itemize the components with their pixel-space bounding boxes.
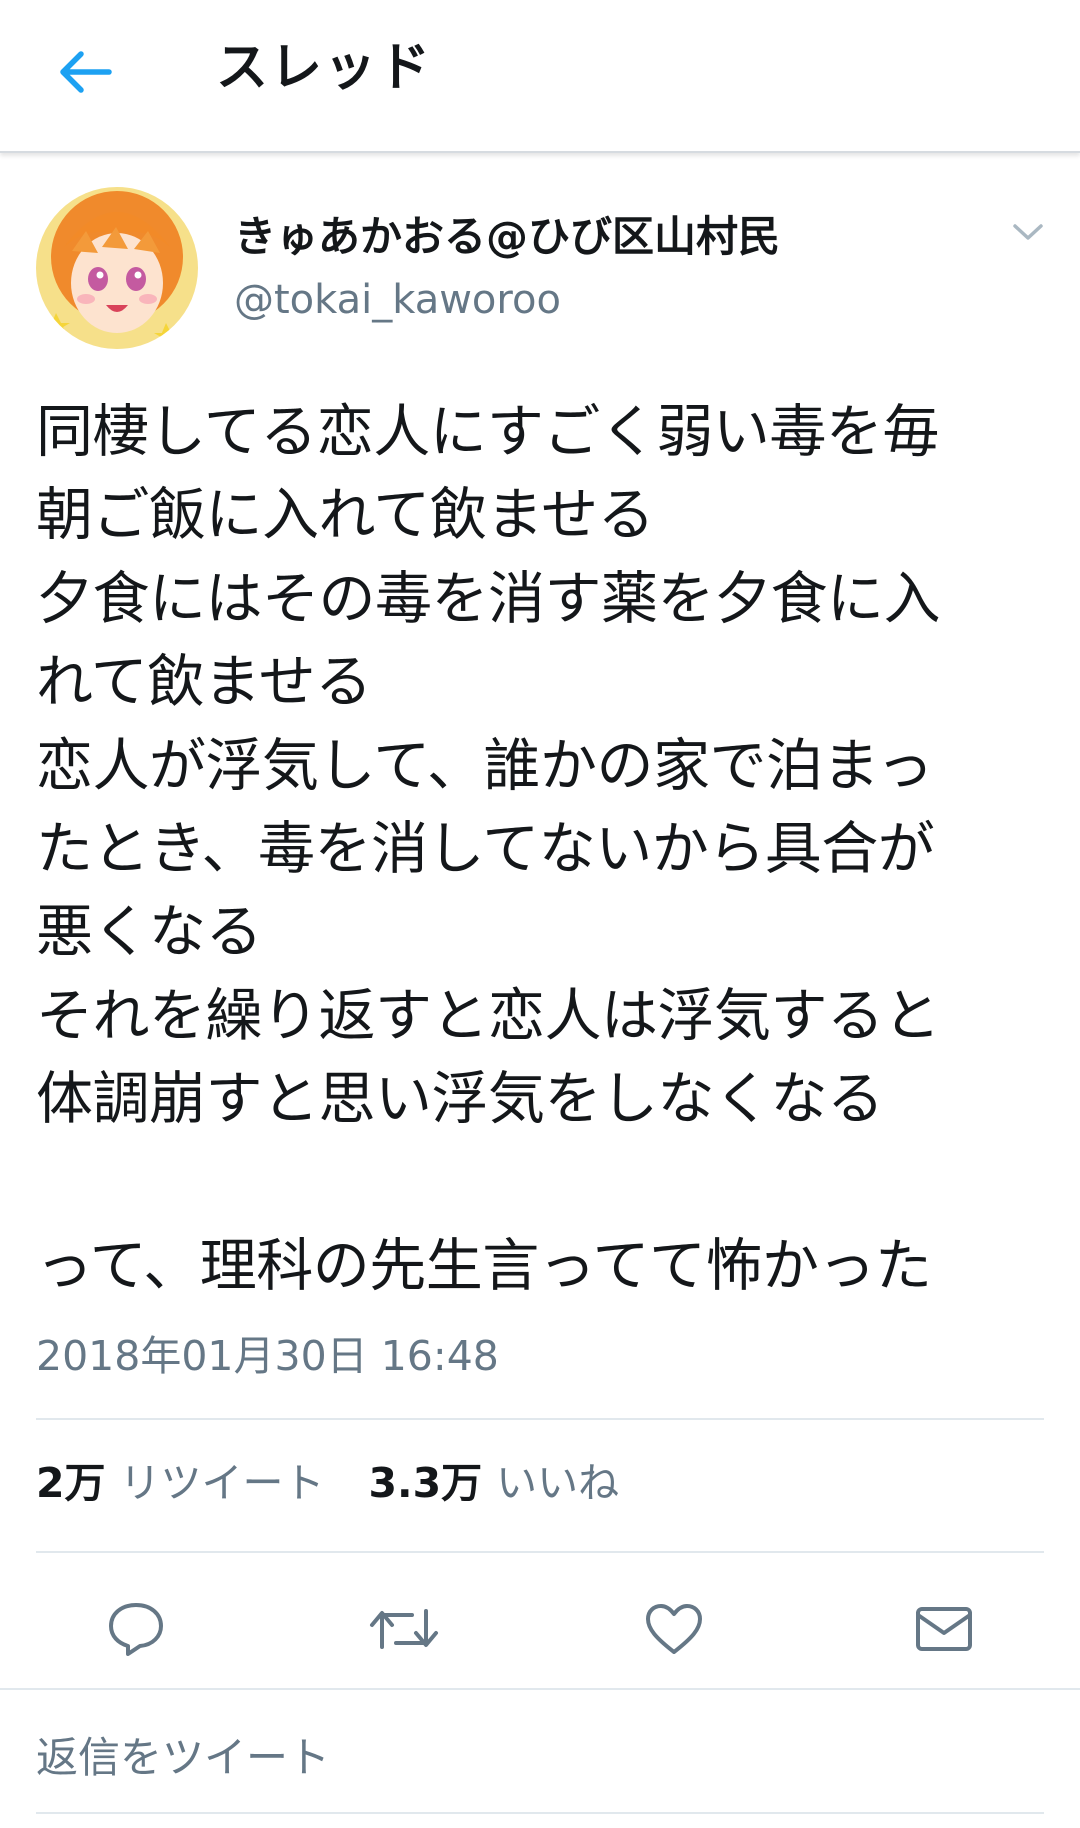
reply-button[interactable] xyxy=(96,1592,176,1666)
heart-icon xyxy=(646,1604,702,1654)
author-handle[interactable]: @tokai_kaworoo xyxy=(234,274,561,326)
reply-tweet-input[interactable]: 返信をツイート xyxy=(36,1730,330,1786)
envelope-icon xyxy=(916,1607,972,1651)
page-title: スレッド xyxy=(216,38,433,98)
share-button[interactable] xyxy=(904,1592,984,1666)
tweet-stats: 2万 リツイート 3.3万 いいね xyxy=(36,1455,619,1511)
avatar-image xyxy=(36,187,198,349)
divider xyxy=(36,1551,1044,1553)
tweet-text-line: たとき、毒を消してないから具合が xyxy=(36,815,935,882)
like-button[interactable] xyxy=(634,1592,714,1666)
tweet-text-line: 朝ご飯に入れて飲ませる xyxy=(36,482,655,549)
likes-stat[interactable]: 3.3万 いいね xyxy=(369,1455,620,1511)
tweet-timestamp[interactable]: 2018年01月30日 16:48 xyxy=(36,1330,499,1382)
divider xyxy=(36,1418,1044,1420)
tweet-text-line: って、理科の先生言ってて怖かった xyxy=(36,1232,932,1299)
tweet-text-line: れて飲ませる xyxy=(36,649,372,716)
author-display-name[interactable]: きゅあかおる@ひび区山村民 xyxy=(234,210,780,264)
avatar[interactable] xyxy=(36,187,198,349)
likes-label: いいね xyxy=(496,1459,620,1507)
chevron-down-icon xyxy=(1013,224,1043,240)
retweets-label: リツイート xyxy=(119,1459,325,1507)
divider xyxy=(0,1688,1080,1690)
tweet-text-line: 体調崩すと思い浮気をしなくなる xyxy=(36,1066,884,1133)
tweet-menu-button[interactable] xyxy=(1006,212,1050,252)
tweet-text-line: 恋人が浮気して、誰かの家で泊まっ xyxy=(36,732,934,799)
retweet-icon xyxy=(370,1609,438,1649)
retweets-count: 2万 xyxy=(36,1459,106,1507)
top-bar: スレッド xyxy=(0,0,1080,153)
retweets-stat[interactable]: 2万 リツイート xyxy=(36,1455,325,1511)
tweet-text-line: それを繰り返すと恋人は浮気すると xyxy=(36,982,941,1049)
retweet-button[interactable] xyxy=(364,1592,444,1666)
tweet-text-line xyxy=(36,1142,1056,1225)
arrow-left-icon xyxy=(60,51,112,93)
reply-input-underline xyxy=(36,1812,1044,1814)
tweet-text: 同棲してる恋人にすごく弱い毒を毎 朝ご飯に入れて飲ませる 夕食にはその毒を消す薬… xyxy=(36,391,1056,1308)
tweet-text-line: 夕食にはその毒を消す薬を夕食に入 xyxy=(36,565,941,632)
tweet-text-line: 悪くなる xyxy=(36,899,263,966)
tweet-text-line: 同棲してる恋人にすごく弱い毒を毎 xyxy=(36,399,939,465)
back-button[interactable] xyxy=(50,40,120,104)
reply-icon xyxy=(109,1603,163,1656)
likes-count: 3.3万 xyxy=(368,1459,483,1507)
